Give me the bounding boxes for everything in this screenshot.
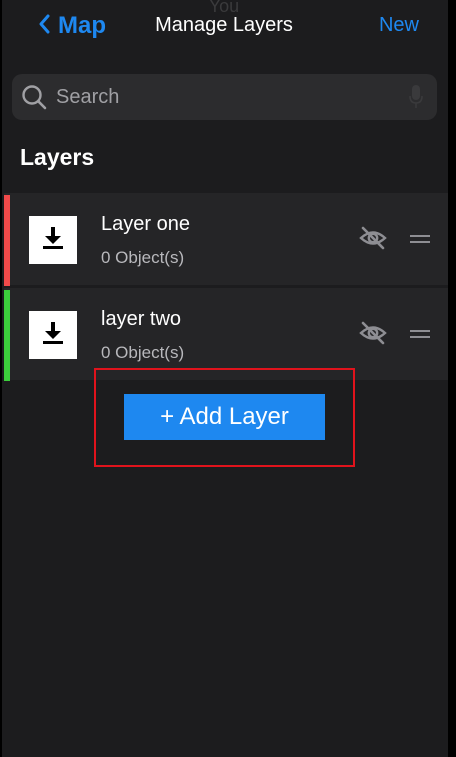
search-bar[interactable] bbox=[12, 74, 437, 120]
screen: You Map Manage Layers New Layers bbox=[0, 0, 448, 757]
layer-name: layer two bbox=[101, 308, 182, 330]
eye-slash-icon[interactable] bbox=[359, 321, 387, 345]
section-title: Layers bbox=[20, 144, 95, 170]
microphone-icon[interactable] bbox=[409, 85, 423, 109]
layer-thumbnail bbox=[29, 216, 77, 264]
drag-handle-icon[interactable] bbox=[410, 235, 430, 245]
layer-color-bar bbox=[4, 195, 10, 286]
eye-slash-icon[interactable] bbox=[359, 226, 387, 250]
search-icon bbox=[20, 83, 48, 111]
new-button[interactable]: New bbox=[379, 14, 419, 37]
right-edge bbox=[448, 0, 456, 757]
layer-row[interactable]: layer two 0 Object(s) bbox=[4, 288, 448, 381]
layer-color-bar bbox=[4, 290, 10, 381]
layer-object-count: 0 Object(s) bbox=[101, 343, 185, 362]
download-icon bbox=[42, 321, 64, 350]
layer-row[interactable]: Layer one 0 Object(s) bbox=[4, 193, 448, 286]
layer-name: Layer one bbox=[101, 213, 190, 235]
search-input[interactable] bbox=[54, 84, 398, 110]
left-edge bbox=[0, 0, 2, 757]
add-layer-button[interactable]: + Add Layer bbox=[124, 394, 325, 440]
nav-bar: You Map Manage Layers New bbox=[0, 0, 448, 55]
layer-thumbnail bbox=[29, 311, 77, 359]
drag-handle-icon[interactable] bbox=[410, 330, 430, 340]
layer-object-count: 0 Object(s) bbox=[101, 248, 185, 267]
download-icon bbox=[42, 226, 64, 255]
